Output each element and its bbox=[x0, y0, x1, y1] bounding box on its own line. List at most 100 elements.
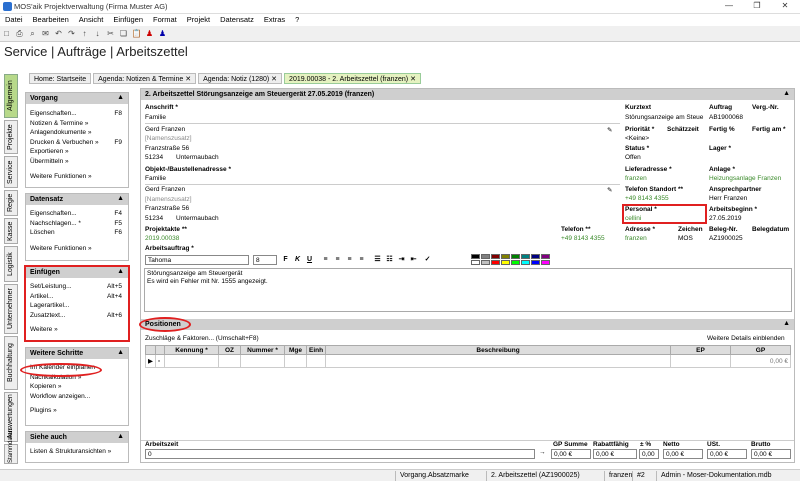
vtab-projekte[interactable]: Projekte bbox=[4, 120, 18, 154]
user-icon[interactable]: ♟ bbox=[144, 28, 155, 39]
anschrift-ort[interactable]: Untermaubach bbox=[176, 154, 219, 161]
color-swatch[interactable] bbox=[501, 260, 510, 265]
preview-icon[interactable]: ⌕ bbox=[27, 28, 38, 39]
table-cell[interactable] bbox=[325, 354, 671, 368]
new-icon[interactable]: □ bbox=[1, 28, 12, 39]
bold-icon[interactable]: F bbox=[281, 255, 290, 264]
anschrift-name[interactable]: Gerd Franzen bbox=[145, 126, 185, 133]
up-icon[interactable]: ↑ bbox=[79, 28, 90, 39]
numbered-list-icon[interactable]: ☷ bbox=[385, 255, 394, 264]
anschrift-plz[interactable]: 51234 bbox=[145, 154, 163, 161]
status-field[interactable]: Offen bbox=[625, 154, 641, 161]
color-swatch[interactable] bbox=[491, 254, 500, 259]
user2-icon[interactable]: ♟ bbox=[157, 28, 168, 39]
mail-icon[interactable]: ✉ bbox=[40, 28, 51, 39]
color-swatch[interactable] bbox=[471, 254, 480, 259]
color-swatch[interactable] bbox=[481, 260, 490, 265]
tab-home[interactable]: Home: Startseite bbox=[29, 73, 92, 84]
align-left-icon[interactable]: ≡ bbox=[321, 255, 330, 264]
arbeitsauftrag-textarea[interactable]: Störungsanzeige am Steuergerät Es wird e… bbox=[144, 268, 792, 312]
telefon-field[interactable]: +49 8143 4355 bbox=[561, 235, 605, 242]
table-cell[interactable] bbox=[218, 354, 241, 368]
tab-notiz[interactable]: Agenda: Notiz (1280) ✕ bbox=[198, 73, 283, 84]
close-button[interactable]: ✕ bbox=[772, 1, 798, 12]
vtab-service[interactable]: Service bbox=[4, 156, 18, 188]
plugins-link[interactable]: Plugins » bbox=[26, 407, 128, 417]
menu-item[interactable]: Löschen F6 bbox=[26, 229, 128, 239]
menu-item[interactable]: Nachschlagen... * F5 bbox=[26, 220, 128, 230]
tab-close-icon[interactable]: ✕ bbox=[271, 76, 277, 83]
collapse-icon[interactable]: ▲ bbox=[117, 94, 124, 101]
menu-item[interactable]: Notizen & Termine » bbox=[26, 120, 128, 130]
vtab-stammdaten[interactable]: Stammdaten bbox=[4, 429, 18, 464]
vtab-kasse[interactable]: Kasse bbox=[4, 218, 18, 244]
menu-bearbeiten[interactable]: Bearbeiten bbox=[28, 14, 74, 25]
collapse-icon[interactable]: ▲ bbox=[117, 349, 124, 356]
collapse-icon[interactable]: ▲ bbox=[783, 90, 790, 97]
color-swatch[interactable] bbox=[531, 260, 540, 265]
undo-icon[interactable]: ↶ bbox=[53, 28, 64, 39]
zeichen-field[interactable]: MOS bbox=[678, 235, 693, 242]
edit-object-icon[interactable]: ✎ bbox=[607, 186, 612, 194]
menu-item[interactable]: Eigenschaften... F8 bbox=[26, 110, 128, 120]
font-select[interactable]: Tahoma bbox=[145, 255, 249, 265]
menu-projekt[interactable]: Projekt bbox=[182, 14, 215, 25]
menu-ansicht[interactable]: Ansicht bbox=[74, 14, 109, 25]
table-cell[interactable] bbox=[164, 354, 219, 368]
vtab-buchhaltung[interactable]: Buchhaltung bbox=[4, 336, 18, 390]
auftrag-field[interactable]: AB1900068 bbox=[709, 114, 743, 121]
color-swatch[interactable] bbox=[541, 260, 550, 265]
row-expander[interactable]: ▫ bbox=[155, 354, 165, 368]
menu-einfuegen[interactable]: Einfügen bbox=[108, 14, 148, 25]
color-swatch[interactable] bbox=[491, 260, 500, 265]
anschrift-zusatz[interactable]: [Namenszusatz] bbox=[145, 135, 192, 142]
color-swatch[interactable] bbox=[531, 254, 540, 259]
menu-extras[interactable]: Extras bbox=[259, 14, 290, 25]
justify-icon[interactable]: ≡ bbox=[357, 255, 366, 264]
kurztext-field[interactable]: Störungsanzeige am Steue bbox=[625, 114, 703, 121]
anschrift-strasse[interactable]: Franzstraße 56 bbox=[145, 145, 189, 152]
telefon-standort-field[interactable]: +49 8143 4355 bbox=[625, 195, 669, 202]
underline-icon[interactable]: U bbox=[305, 255, 314, 264]
menu-help[interactable]: ? bbox=[290, 14, 304, 25]
menu-format[interactable]: Format bbox=[148, 14, 182, 25]
objekt-art[interactable]: Familie bbox=[145, 175, 166, 182]
projektakte-field[interactable]: 2019.00038 bbox=[145, 235, 179, 242]
color-swatch[interactable] bbox=[481, 254, 490, 259]
list-icon[interactable]: ☰ bbox=[373, 255, 382, 264]
tab-close-icon[interactable]: ✕ bbox=[185, 76, 191, 83]
print-icon[interactable]: ⎙ bbox=[14, 28, 25, 39]
outdent-icon[interactable]: ⇤ bbox=[409, 255, 418, 264]
table-cell[interactable] bbox=[305, 354, 327, 368]
tab-arbeitszettel[interactable]: 2019.00038 - 2. Arbeitszettel (franzen) … bbox=[284, 73, 421, 84]
menu-datei[interactable]: Datei bbox=[0, 14, 28, 25]
menu-item[interactable]: Exportieren » bbox=[26, 148, 128, 158]
prioritaet-field[interactable]: <Keine> bbox=[625, 135, 649, 142]
menu-item[interactable]: Anlagendokumente » bbox=[26, 129, 128, 139]
objekt-plz[interactable]: 51234 bbox=[145, 215, 163, 222]
zuschlaege-link[interactable]: Zuschläge & Faktoren... (Umschalt+F8) bbox=[145, 335, 259, 342]
lieferadresse-field[interactable]: franzen bbox=[625, 175, 647, 182]
menu-item[interactable]: Kopieren » bbox=[26, 383, 128, 393]
redo-icon[interactable]: ↷ bbox=[66, 28, 77, 39]
menu-datensatz[interactable]: Datensatz bbox=[215, 14, 259, 25]
arbeitszeit-field[interactable]: 0 bbox=[145, 449, 535, 459]
align-right-icon[interactable]: ≡ bbox=[345, 255, 354, 264]
objekt-ort[interactable]: Untermaubach bbox=[176, 215, 219, 222]
collapse-icon[interactable]: ▲ bbox=[783, 320, 790, 327]
table-cell[interactable] bbox=[240, 354, 285, 368]
more-functions-link[interactable]: Weitere Funktionen » bbox=[26, 245, 128, 255]
anlage-field[interactable]: Heizungsanlage Franzen bbox=[709, 175, 781, 182]
vtab-unternehmer[interactable]: Unternehmer bbox=[4, 284, 18, 334]
objekt-strasse[interactable]: Franzstraße 56 bbox=[145, 205, 189, 212]
vtab-allgemein[interactable]: Allgemein bbox=[4, 74, 18, 118]
menu-item[interactable]: Workflow anzeigen... bbox=[26, 393, 128, 403]
vtab-regie[interactable]: Regie bbox=[4, 190, 18, 216]
details-link[interactable]: Weitere Details einblenden bbox=[707, 335, 785, 342]
abc-check-icon[interactable]: ✓ bbox=[423, 255, 432, 264]
copy-icon[interactable]: ❏ bbox=[118, 28, 129, 39]
collapse-icon[interactable]: ▲ bbox=[117, 195, 124, 202]
italic-icon[interactable]: K bbox=[293, 255, 302, 264]
more-functions-link[interactable]: Weitere Funktionen » bbox=[26, 173, 128, 183]
gp-cell[interactable]: 0,00 € bbox=[730, 354, 791, 368]
